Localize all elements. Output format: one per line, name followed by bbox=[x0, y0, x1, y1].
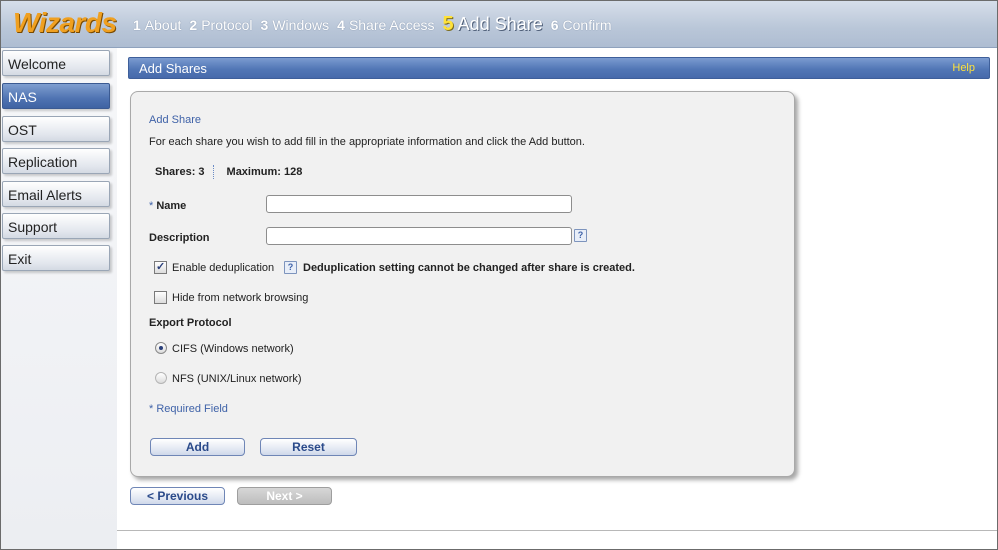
sidebar-item-ost[interactable]: OST bbox=[2, 116, 110, 142]
description-label: Description bbox=[149, 232, 210, 244]
previous-button[interactable]: < Previous bbox=[130, 487, 225, 505]
step-number: 5 bbox=[442, 13, 454, 35]
shares-count: Shares: 3 bbox=[155, 166, 205, 178]
step-number: 1 bbox=[133, 17, 141, 33]
name-label-text: Name bbox=[156, 200, 187, 212]
next-button[interactable]: Next > bbox=[237, 487, 332, 505]
step-number: 4 bbox=[337, 17, 345, 33]
step-label: Windows bbox=[272, 17, 330, 33]
reset-button[interactable]: Reset bbox=[260, 438, 357, 456]
export-protocol-label: Export Protocol bbox=[149, 317, 232, 329]
page-title-bar: Add Shares Help bbox=[128, 57, 990, 79]
sidebar: Welcome NAS OST Replication Email Alerts… bbox=[1, 48, 117, 549]
app-window: Wizards 1 About 2 Protocol 3 Windows 4 Share… bbox=[0, 0, 998, 550]
help-link[interactable]: Help bbox=[952, 62, 975, 74]
footer-divider bbox=[117, 530, 997, 531]
form-instructions: For each share you wish to add fill in t… bbox=[149, 136, 585, 148]
brand-logo: Wizards bbox=[13, 7, 117, 38]
step-number: 6 bbox=[550, 17, 559, 33]
sidebar-item-nas[interactable]: NAS bbox=[2, 83, 110, 109]
sidebar-item-exit[interactable]: Exit bbox=[2, 245, 110, 271]
sidebar-item-support[interactable]: Support bbox=[2, 213, 110, 239]
help-icon[interactable]: ? bbox=[284, 261, 297, 274]
add-share-form: Add Share For each share you wish to add… bbox=[130, 91, 795, 477]
hide-browsing-label: Hide from network browsing bbox=[172, 292, 309, 304]
step-label: Add Share bbox=[457, 14, 543, 34]
wizard-steps: 1 About 2 Protocol 3 Windows 4 Share Access … bbox=[133, 13, 620, 36]
step-label: Share Access bbox=[348, 17, 435, 33]
sidebar-item-welcome[interactable]: Welcome bbox=[2, 50, 110, 76]
step-label: About bbox=[144, 17, 182, 33]
help-icon[interactable]: ? bbox=[574, 229, 587, 242]
step-protocol[interactable]: 2 Protocol bbox=[189, 17, 252, 33]
step-add-share[interactable]: 5 Add Share bbox=[443, 13, 543, 36]
step-about[interactable]: 1 About bbox=[133, 17, 181, 33]
section-title: Add Share bbox=[149, 114, 201, 126]
name-label: * Name bbox=[149, 200, 186, 212]
sidebar-item-email-alerts[interactable]: Email Alerts bbox=[2, 181, 110, 207]
cifs-radio[interactable] bbox=[155, 342, 167, 354]
step-windows[interactable]: 3 Windows bbox=[261, 17, 330, 33]
step-label: Confirm bbox=[562, 17, 612, 33]
description-input[interactable] bbox=[266, 227, 572, 245]
step-number: 3 bbox=[260, 17, 269, 33]
required-field-note: * Required Field bbox=[149, 403, 228, 415]
hide-browsing-checkbox[interactable] bbox=[154, 291, 167, 304]
required-marker: * bbox=[149, 200, 154, 212]
dedup-label: Enable deduplication bbox=[172, 262, 275, 274]
sidebar-item-replication[interactable]: Replication bbox=[2, 148, 110, 174]
add-button[interactable]: Add bbox=[150, 438, 245, 456]
dedup-warning: Deduplication setting cannot be changed … bbox=[303, 262, 635, 274]
wizard-header: Wizards 1 About 2 Protocol 3 Windows 4 Share… bbox=[1, 1, 997, 48]
dedup-checkbox[interactable] bbox=[154, 260, 167, 274]
maximum-count: Maximum: 128 bbox=[226, 166, 303, 178]
nfs-label: NFS (UNIX/Linux network) bbox=[172, 373, 302, 385]
step-share-access[interactable]: 4 Share Access bbox=[337, 17, 434, 33]
step-number: 2 bbox=[189, 17, 198, 33]
divider bbox=[212, 165, 214, 179]
step-label: Protocol bbox=[201, 17, 253, 33]
name-input[interactable] bbox=[266, 195, 572, 213]
step-confirm[interactable]: 6 Confirm bbox=[551, 17, 612, 33]
page-title: Add Shares bbox=[139, 61, 207, 76]
share-counts: Shares: 3 Maximum: 128 bbox=[155, 165, 302, 179]
nfs-radio[interactable] bbox=[155, 372, 167, 384]
cifs-label: CIFS (Windows network) bbox=[172, 343, 294, 355]
